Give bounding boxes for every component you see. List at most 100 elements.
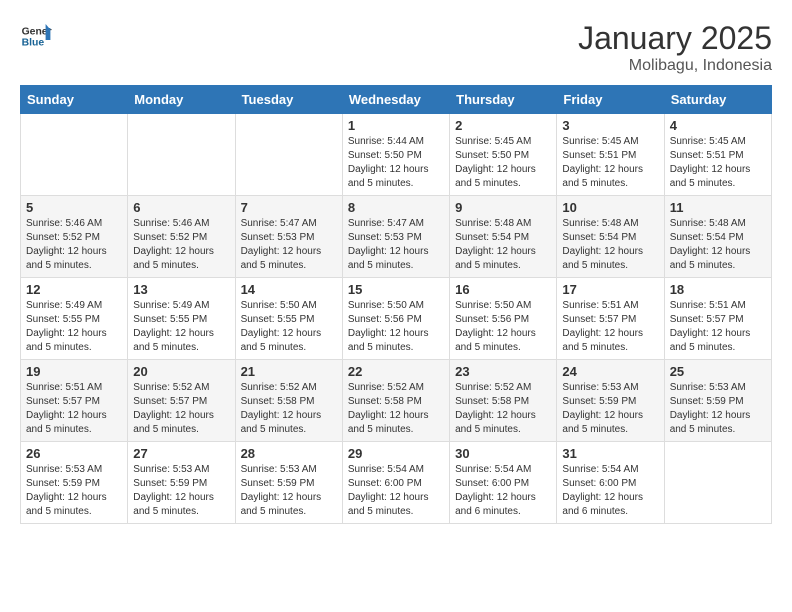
day-info: Sunrise: 5:53 AM Sunset: 5:59 PM Dayligh… bbox=[133, 463, 229, 519]
day-info: Sunrise: 5:48 AM Sunset: 5:54 PM Dayligh… bbox=[670, 217, 766, 273]
day-number: 5 bbox=[26, 200, 122, 215]
day-number: 1 bbox=[348, 118, 444, 133]
day-info: Sunrise: 5:54 AM Sunset: 6:00 PM Dayligh… bbox=[348, 463, 444, 519]
day-number: 24 bbox=[562, 364, 658, 379]
calendar-cell: 26Sunrise: 5:53 AM Sunset: 5:59 PM Dayli… bbox=[21, 442, 128, 524]
day-info: Sunrise: 5:51 AM Sunset: 5:57 PM Dayligh… bbox=[26, 381, 122, 437]
calendar-cell: 28Sunrise: 5:53 AM Sunset: 5:59 PM Dayli… bbox=[235, 442, 342, 524]
day-info: Sunrise: 5:50 AM Sunset: 5:55 PM Dayligh… bbox=[241, 299, 337, 355]
calendar-cell: 1 Sunrise: 5:44 AM Sunset: 5:50 PM Daylig… bbox=[342, 114, 449, 196]
weekday-header: Tuesday bbox=[235, 86, 342, 114]
calendar-week-row: 19 Sunrise: 5:51 AM Sunset: 5:57 PM Dayli… bbox=[21, 360, 772, 442]
day-info: Sunrise: 5:54 AM Sunset: 6:00 PM Dayligh… bbox=[455, 463, 551, 519]
calendar-cell: 22 Sunrise: 5:52 AM Sunset: 5:58 PM Dayli… bbox=[342, 360, 449, 442]
day-info: Sunrise: 5:52 AM Sunset: 5:58 PM Dayligh… bbox=[348, 381, 444, 437]
svg-text:Blue: Blue bbox=[22, 38, 45, 49]
day-number: 2 bbox=[455, 118, 551, 133]
calendar-cell: 18Sunrise: 5:51 AM Sunset: 5:57 PM Dayli… bbox=[664, 278, 771, 360]
calendar-week-row: 5 Sunrise: 5:46 AM Sunset: 5:52 PM Daylig… bbox=[21, 196, 772, 278]
day-number: 31 bbox=[562, 446, 658, 461]
calendar-table: SundayMondayTuesdayWednesdayThursdayFrid… bbox=[20, 85, 772, 524]
day-number: 27 bbox=[133, 446, 229, 461]
day-info: Sunrise: 5:49 AM Sunset: 5:55 PM Dayligh… bbox=[26, 299, 122, 355]
calendar-cell: 7 Sunrise: 5:47 AM Sunset: 5:53 PM Daylig… bbox=[235, 196, 342, 278]
calendar-cell: 30 Sunrise: 5:54 AM Sunset: 6:00 PM Dayli… bbox=[450, 442, 557, 524]
day-number: 21 bbox=[241, 364, 337, 379]
calendar-cell: 24 Sunrise: 5:53 AM Sunset: 5:59 PM Dayli… bbox=[557, 360, 664, 442]
calendar-cell: 14 Sunrise: 5:50 AM Sunset: 5:55 PM Dayli… bbox=[235, 278, 342, 360]
day-number: 15 bbox=[348, 282, 444, 297]
calendar-cell: 8 Sunrise: 5:47 AM Sunset: 5:53 PM Daylig… bbox=[342, 196, 449, 278]
calendar-cell: 4Sunrise: 5:45 AM Sunset: 5:51 PM Daylig… bbox=[664, 114, 771, 196]
day-info: Sunrise: 5:53 AM Sunset: 5:59 PM Dayligh… bbox=[562, 381, 658, 437]
day-number: 11 bbox=[670, 200, 766, 215]
day-info: Sunrise: 5:45 AM Sunset: 5:50 PM Dayligh… bbox=[455, 135, 551, 191]
weekday-header: Wednesday bbox=[342, 86, 449, 114]
calendar-cell: 29 Sunrise: 5:54 AM Sunset: 6:00 PM Dayli… bbox=[342, 442, 449, 524]
calendar-cell: 5 Sunrise: 5:46 AM Sunset: 5:52 PM Daylig… bbox=[21, 196, 128, 278]
calendar-cell: 11 Sunrise: 5:48 AM Sunset: 5:54 PM Dayli… bbox=[664, 196, 771, 278]
day-info: Sunrise: 5:47 AM Sunset: 5:53 PM Dayligh… bbox=[348, 217, 444, 273]
calendar-cell: 15 Sunrise: 5:50 AM Sunset: 5:56 PM Dayli… bbox=[342, 278, 449, 360]
calendar-cell: 10 Sunrise: 5:48 AM Sunset: 5:54 PM Dayli… bbox=[557, 196, 664, 278]
day-number: 23 bbox=[455, 364, 551, 379]
day-number: 29 bbox=[348, 446, 444, 461]
day-info: Sunrise: 5:52 AM Sunset: 5:57 PM Dayligh… bbox=[133, 381, 229, 437]
day-number: 20 bbox=[133, 364, 229, 379]
calendar-cell bbox=[21, 114, 128, 196]
day-number: 19 bbox=[26, 364, 122, 379]
day-info: Sunrise: 5:50 AM Sunset: 5:56 PM Dayligh… bbox=[348, 299, 444, 355]
calendar-week-row: 26Sunrise: 5:53 AM Sunset: 5:59 PM Dayli… bbox=[21, 442, 772, 524]
day-info: Sunrise: 5:47 AM Sunset: 5:53 PM Dayligh… bbox=[241, 217, 337, 273]
calendar-week-row: 1 Sunrise: 5:44 AM Sunset: 5:50 PM Daylig… bbox=[21, 114, 772, 196]
day-info: Sunrise: 5:46 AM Sunset: 5:52 PM Dayligh… bbox=[133, 217, 229, 273]
title-block: January 2025 Molibagu, Indonesia bbox=[578, 20, 772, 75]
calendar-cell: 25 Sunrise: 5:53 AM Sunset: 5:59 PM Dayli… bbox=[664, 360, 771, 442]
day-number: 8 bbox=[348, 200, 444, 215]
calendar-cell: 9 Sunrise: 5:48 AM Sunset: 5:54 PM Daylig… bbox=[450, 196, 557, 278]
day-info: Sunrise: 5:45 AM Sunset: 5:51 PM Dayligh… bbox=[562, 135, 658, 191]
calendar-cell: 23Sunrise: 5:52 AM Sunset: 5:58 PM Dayli… bbox=[450, 360, 557, 442]
calendar-cell: 17Sunrise: 5:51 AM Sunset: 5:57 PM Dayli… bbox=[557, 278, 664, 360]
day-info: Sunrise: 5:48 AM Sunset: 5:54 PM Dayligh… bbox=[455, 217, 551, 273]
calendar-cell: 27 Sunrise: 5:53 AM Sunset: 5:59 PM Dayli… bbox=[128, 442, 235, 524]
day-number: 28 bbox=[241, 446, 337, 461]
calendar-cell: 2 Sunrise: 5:45 AM Sunset: 5:50 PM Daylig… bbox=[450, 114, 557, 196]
logo-icon: General Blue bbox=[20, 20, 52, 52]
day-number: 16 bbox=[455, 282, 551, 297]
day-number: 7 bbox=[241, 200, 337, 215]
day-info: Sunrise: 5:44 AM Sunset: 5:50 PM Dayligh… bbox=[348, 135, 444, 191]
weekday-header: Saturday bbox=[664, 86, 771, 114]
calendar-subtitle: Molibagu, Indonesia bbox=[578, 57, 772, 75]
weekday-header: Monday bbox=[128, 86, 235, 114]
day-number: 18 bbox=[670, 282, 766, 297]
weekday-header: Sunday bbox=[21, 86, 128, 114]
day-number: 3 bbox=[562, 118, 658, 133]
weekday-header: Thursday bbox=[450, 86, 557, 114]
calendar-cell: 20 Sunrise: 5:52 AM Sunset: 5:57 PM Dayli… bbox=[128, 360, 235, 442]
day-info: Sunrise: 5:48 AM Sunset: 5:54 PM Dayligh… bbox=[562, 217, 658, 273]
logo: General Blue bbox=[20, 20, 56, 52]
calendar-cell bbox=[128, 114, 235, 196]
calendar-cell: 3 Sunrise: 5:45 AM Sunset: 5:51 PM Daylig… bbox=[557, 114, 664, 196]
day-number: 9 bbox=[455, 200, 551, 215]
day-number: 12 bbox=[26, 282, 122, 297]
calendar-cell: 31Sunrise: 5:54 AM Sunset: 6:00 PM Dayli… bbox=[557, 442, 664, 524]
calendar-title: January 2025 bbox=[578, 20, 772, 57]
calendar-week-row: 12 Sunrise: 5:49 AM Sunset: 5:55 PM Dayli… bbox=[21, 278, 772, 360]
day-number: 10 bbox=[562, 200, 658, 215]
weekday-header: Friday bbox=[557, 86, 664, 114]
day-number: 30 bbox=[455, 446, 551, 461]
calendar-cell: 21Sunrise: 5:52 AM Sunset: 5:58 PM Dayli… bbox=[235, 360, 342, 442]
day-info: Sunrise: 5:53 AM Sunset: 5:59 PM Dayligh… bbox=[670, 381, 766, 437]
day-info: Sunrise: 5:46 AM Sunset: 5:52 PM Dayligh… bbox=[26, 217, 122, 273]
calendar-cell bbox=[235, 114, 342, 196]
day-number: 6 bbox=[133, 200, 229, 215]
day-number: 14 bbox=[241, 282, 337, 297]
day-info: Sunrise: 5:51 AM Sunset: 5:57 PM Dayligh… bbox=[562, 299, 658, 355]
calendar-cell: 16Sunrise: 5:50 AM Sunset: 5:56 PM Dayli… bbox=[450, 278, 557, 360]
day-number: 22 bbox=[348, 364, 444, 379]
calendar-header-row: SundayMondayTuesdayWednesdayThursdayFrid… bbox=[21, 86, 772, 114]
day-number: 4 bbox=[670, 118, 766, 133]
day-number: 25 bbox=[670, 364, 766, 379]
